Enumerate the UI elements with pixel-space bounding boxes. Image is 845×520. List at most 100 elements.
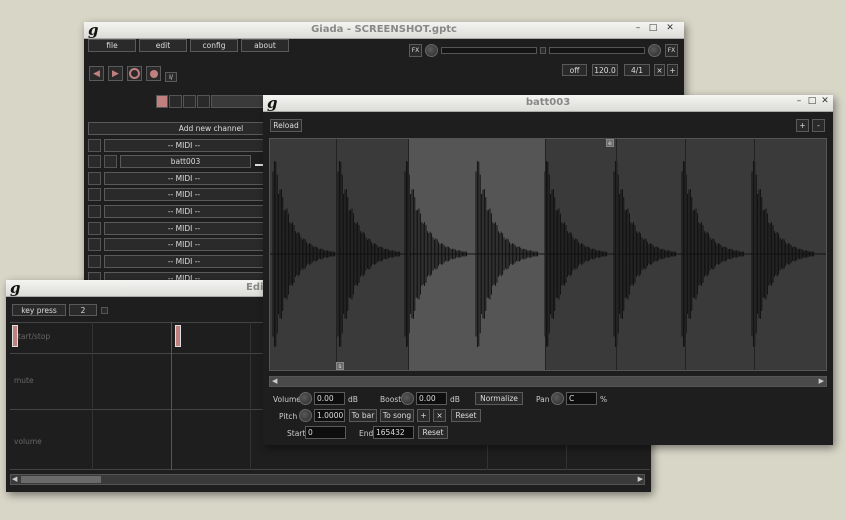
channel-play-button[interactable] xyxy=(88,205,101,218)
channel-name[interactable]: -- MIDI -- xyxy=(104,188,264,201)
menu-config[interactable]: config xyxy=(190,39,238,52)
minimize-icon[interactable]: – xyxy=(793,96,805,106)
menu-about[interactable]: about xyxy=(241,39,289,52)
record-actions-icon xyxy=(129,68,140,79)
rewind-icon: ◀ xyxy=(93,68,100,79)
channel-name[interactable]: -- MIDI -- xyxy=(104,205,264,218)
action-type-select[interactable]: key press xyxy=(12,304,66,316)
channel-name[interactable]: -- MIDI -- xyxy=(104,172,264,185)
main-titlebar[interactable]: g Giada - SCREENSHOT.gptc – □ ✕ xyxy=(84,22,684,39)
pitch-to-bar-button[interactable]: To bar xyxy=(349,409,377,422)
pitch-label: Pitch xyxy=(279,412,298,421)
scroll-thumb[interactable] xyxy=(21,476,101,483)
boost-knob[interactable] xyxy=(401,392,414,405)
pitch-reset-button[interactable]: Reset xyxy=(451,409,481,422)
beats-divide-button[interactable]: × xyxy=(654,64,665,76)
channel-name[interactable]: -- MIDI -- xyxy=(104,139,264,152)
master-fx-in-button[interactable]: FX xyxy=(409,44,422,57)
reload-button[interactable]: Reload xyxy=(270,119,302,132)
scroll-right-icon[interactable]: ▶ xyxy=(638,475,643,483)
pitch-to-song-button[interactable]: To song xyxy=(380,409,414,422)
sample-editor-window: g batt003 – □ ✕ Reload + - s e ◀ ▶ Volum… xyxy=(263,95,833,445)
rewind-button[interactable]: ◀ xyxy=(89,66,104,81)
grid-line xyxy=(336,139,337,370)
pan-unit: % xyxy=(600,395,608,404)
master-fx-out-button[interactable]: FX xyxy=(665,44,678,57)
end-input[interactable]: 165432 xyxy=(373,426,414,439)
beat-meter xyxy=(156,95,276,108)
pan-label: Pan xyxy=(536,395,550,404)
close-icon[interactable]: ✕ xyxy=(664,23,676,33)
pitch-half-button[interactable]: + xyxy=(417,409,430,422)
giada-logo-icon: g xyxy=(10,280,21,297)
channel-play-button[interactable] xyxy=(88,139,101,152)
grid-line xyxy=(250,322,251,470)
master-in-volume-knob[interactable] xyxy=(425,44,438,57)
meter-separator xyxy=(540,47,546,54)
boost-label: Boost xyxy=(380,395,402,404)
scroll-left-icon[interactable]: ◀ xyxy=(272,377,277,385)
channel-progress xyxy=(255,164,263,166)
channel-play-button[interactable] xyxy=(88,155,101,168)
start-label: Start xyxy=(287,429,306,438)
channel-arm-button[interactable] xyxy=(104,155,117,168)
zoom-out-button[interactable]: - xyxy=(812,119,825,132)
pan-input[interactable]: C xyxy=(566,392,597,405)
menu-file[interactable]: file xyxy=(88,39,136,52)
pitch-knob[interactable] xyxy=(299,409,312,422)
channel-play-button[interactable] xyxy=(88,188,101,201)
maximize-icon[interactable]: □ xyxy=(806,96,818,106)
bpm-button[interactable]: 120.0 xyxy=(592,64,618,76)
minimize-icon[interactable]: – xyxy=(632,23,644,33)
grid-line xyxy=(171,322,172,470)
action-editor-scrollbar[interactable]: ◀ ▶ xyxy=(10,474,645,485)
channel-play-button[interactable] xyxy=(88,238,101,251)
grid-size-select[interactable]: 2 xyxy=(69,304,97,316)
waveform[interactable]: s e xyxy=(269,138,827,371)
beat-cell xyxy=(169,95,182,108)
beat-cell xyxy=(183,95,196,108)
channel-name[interactable]: -- MIDI -- xyxy=(104,255,264,268)
grid-snap-checkbox[interactable] xyxy=(101,307,108,314)
action-editor-title: Edi xyxy=(246,282,264,293)
sample-editor-titlebar[interactable]: g batt003 – □ ✕ xyxy=(263,95,833,112)
channel-play-button[interactable] xyxy=(88,255,101,268)
pitch-input[interactable]: 1.0000 xyxy=(314,409,345,422)
volume-knob[interactable] xyxy=(299,392,312,405)
quantize-select[interactable]: off xyxy=(562,64,587,76)
beats-button[interactable]: 4/1 xyxy=(624,64,650,76)
beats-multiply-button[interactable]: + xyxy=(667,64,678,76)
channel-play-button[interactable] xyxy=(88,222,101,235)
boost-input[interactable]: 0.00 xyxy=(416,392,447,405)
waveform-scrollbar[interactable]: ◀ ▶ xyxy=(269,376,827,387)
maximize-icon[interactable]: □ xyxy=(647,23,659,33)
channel-name[interactable]: -- MIDI -- xyxy=(104,238,264,251)
start-input[interactable]: 0 xyxy=(305,426,346,439)
close-icon[interactable]: ✕ xyxy=(819,96,831,106)
input-meter xyxy=(441,47,537,54)
end-label: End xyxy=(359,429,374,438)
scroll-left-icon[interactable]: ◀ xyxy=(12,475,17,483)
channel-name[interactable]: -- MIDI -- xyxy=(104,222,264,235)
input-to-output-toggle[interactable]: I/ xyxy=(165,72,177,82)
pan-knob[interactable] xyxy=(551,392,564,405)
master-out-volume-knob[interactable] xyxy=(648,44,661,57)
normalize-button[interactable]: Normalize xyxy=(475,392,523,405)
pitch-double-button[interactable]: × xyxy=(433,409,446,422)
record-actions-button[interactable] xyxy=(127,66,142,81)
grid-line xyxy=(616,139,617,370)
menu-edit[interactable]: edit xyxy=(139,39,187,52)
record-input-button[interactable] xyxy=(146,66,161,81)
end-point-marker[interactable]: e xyxy=(606,139,614,147)
channel-name[interactable]: batt003 xyxy=(120,155,251,168)
grid-line xyxy=(408,139,409,370)
zoom-in-button[interactable]: + xyxy=(796,119,809,132)
play-button[interactable]: ▶ xyxy=(108,66,123,81)
output-meter xyxy=(549,47,645,54)
scroll-right-icon[interactable]: ▶ xyxy=(819,377,824,385)
channel-play-button[interactable] xyxy=(88,172,101,185)
begin-point-marker[interactable]: s xyxy=(336,362,344,370)
volume-input[interactable]: 0.00 xyxy=(314,392,345,405)
main-window-title: Giada - SCREENSHOT.gptc xyxy=(311,24,457,35)
range-reset-button[interactable]: Reset xyxy=(418,426,448,439)
